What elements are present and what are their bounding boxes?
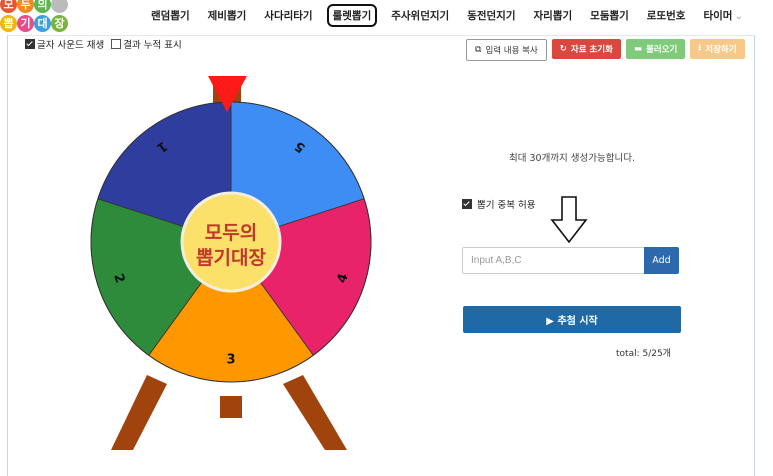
logo-char: 기 [17, 15, 34, 32]
refresh-icon: ↻ [559, 44, 567, 54]
load-button[interactable]: ▬ 불러오기 [625, 39, 686, 59]
roulette-wheel[interactable]: 54321 모두의 뽑기대장 [85, 70, 385, 467]
copy-input-button[interactable]: ⧉ 입력 내용 복사 [466, 39, 547, 61]
stand-post [220, 396, 242, 418]
reset-data-button[interactable]: ↻ 자료 초기화 [551, 39, 621, 59]
nav-item[interactable]: 모둠뽑기 [590, 8, 629, 23]
nav-item[interactable]: 랜덤뽑기 [151, 8, 190, 23]
nav-item-label: 타이머 [703, 9, 733, 22]
copy-icon: ⧉ [475, 45, 482, 55]
cumulative-option[interactable]: 결과 누적 표시 [111, 37, 182, 51]
save-label: 저장하기 [705, 45, 737, 55]
item-input-group: Add [462, 247, 679, 274]
nav-item-label: 모둠뽑기 [590, 9, 629, 22]
nav-item[interactable]: 동전던지기 [467, 8, 515, 23]
nav-item-label: 랜덤뽑기 [151, 9, 190, 22]
nav-item[interactable]: 제비뽑기 [208, 8, 247, 23]
stand-leg-left [111, 375, 167, 450]
logo-char: 장 [51, 15, 68, 32]
display-options: 글자 사운드 재생 결과 누적 표시 [25, 37, 182, 51]
cumulative-label: 결과 누적 표시 [123, 40, 182, 51]
allow-duplicate-option[interactable]: 뽑기 중복 허용 [462, 197, 536, 211]
nav-item-label: 동전던지기 [467, 9, 516, 22]
nav-item-label: 사다리타기 [264, 9, 313, 22]
copy-input-label: 입력 내용 복사 [485, 46, 538, 56]
toolbar: ⧉ 입력 내용 복사 ↻ 자료 초기화 ▬ 불러오기 ⭳ 저장하기 [466, 39, 745, 61]
nav-item[interactable]: 룰렛뽑기 [326, 3, 378, 27]
nav-item[interactable]: 자리뽑기 [534, 8, 573, 23]
logo-char: 모 [0, 0, 17, 13]
download-icon: ⭳ [698, 43, 702, 53]
max-items-notice: 최대 30개까지 생성가능합니다. [508, 153, 636, 164]
sound-checkbox[interactable] [25, 39, 35, 49]
sound-option[interactable]: 글자 사운드 재생 [25, 37, 104, 51]
arrow-down-icon [550, 196, 588, 244]
stand-leg-right [283, 375, 347, 450]
folder-icon: ▬ [633, 44, 642, 54]
allow-duplicate-checkbox[interactable] [462, 199, 472, 209]
nav-item-label: 룰렛뽑기 [332, 9, 372, 22]
logo-char: 뽑 [0, 15, 17, 32]
add-button[interactable]: Add [644, 247, 679, 274]
nav-item[interactable]: 로또번호 [647, 8, 686, 23]
nav-item[interactable]: 타이머 ⌄ [703, 8, 743, 23]
allow-duplicate-label: 뽑기 중복 허용 [477, 200, 536, 211]
load-label: 불러오기 [645, 45, 678, 55]
wheel-segment-label: 3 [226, 353, 235, 368]
nav-item[interactable]: 주사위던지기 [391, 8, 449, 23]
reset-data-label: 자료 초기화 [570, 45, 613, 55]
logo-char [51, 0, 68, 13]
nav-item-label: 로또번호 [646, 9, 686, 22]
chevron-down-icon: ⌄ [734, 9, 744, 22]
main-nav: 랜덤뽑기 제비뽑기 사다리타기 룰렛뽑기 주사위던지기 동전던지기 자리뽑기 모둠뽑기 로또번호… [142, 0, 752, 30]
nav-item[interactable]: 사다리타기 [264, 8, 312, 23]
item-input[interactable] [462, 247, 644, 274]
start-draw-button[interactable]: ▶ 추첨 시작 [463, 306, 681, 333]
site-logo[interactable]: 모두의뽑기대장 [0, 0, 72, 36]
logo-char: 대 [34, 15, 51, 32]
nav-item-label: 자리뽑기 [533, 9, 573, 22]
total-count: total: 5/25개 [616, 349, 671, 359]
nav-item-label: 제비뽑기 [207, 9, 247, 22]
wheel-center-line2: 뽑기대장 [196, 247, 266, 269]
cumulative-checkbox[interactable] [111, 39, 122, 49]
sound-label: 글자 사운드 재생 [37, 40, 105, 51]
logo-char: 의 [34, 0, 51, 13]
wheel-center-line1: 모두의 [205, 222, 257, 244]
logo-char: 두 [17, 0, 34, 13]
nav-item-label: 주사위던지기 [391, 9, 450, 22]
save-button[interactable]: ⭳ 저장하기 [690, 39, 745, 59]
